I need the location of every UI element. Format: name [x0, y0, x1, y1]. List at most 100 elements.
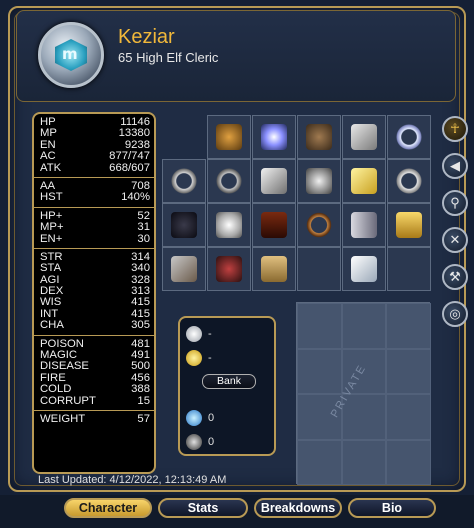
stat-value: 15 — [137, 394, 150, 407]
ring-icon — [396, 168, 422, 194]
equipment-slot[interactable] — [387, 159, 431, 203]
stat-row-en-regen: EN+ 30 — [40, 232, 150, 245]
red-cloak-icon — [261, 212, 287, 238]
stat-row-hst: HST 140% — [40, 191, 150, 203]
equipment-slot[interactable] — [342, 203, 386, 247]
blue-coin-amount: 0 — [208, 412, 215, 424]
plate-armor-icon — [306, 168, 332, 194]
equipment-slot[interactable] — [297, 159, 341, 203]
equipment-slot[interactable] — [252, 159, 296, 203]
private-slot — [386, 394, 431, 440]
equipment-slot[interactable] — [252, 203, 296, 247]
tab-bar: Character Stats Breakdowns Bio — [0, 495, 474, 528]
round-shield-icon — [216, 212, 242, 238]
stat-label: COLD — [40, 383, 72, 396]
silver-amount: - — [208, 328, 212, 340]
crystal-shard-icon — [351, 256, 377, 282]
equipment-slot[interactable] — [297, 115, 341, 159]
equipment-slot[interactable] — [252, 115, 296, 159]
tab-bio[interactable]: Bio — [348, 498, 436, 518]
equipment-slot[interactable] — [207, 115, 251, 159]
private-slot — [386, 348, 431, 394]
chain-bracelet-icon — [171, 168, 197, 194]
equipment-slot[interactable] — [387, 203, 431, 247]
silver-coin-icon — [186, 326, 202, 342]
private-slot — [297, 303, 342, 349]
book-icon — [261, 256, 287, 282]
stat-value: 31 — [137, 221, 150, 234]
amulet-chain-icon — [306, 212, 332, 238]
stat-row-atk: ATK 668/607 — [40, 161, 150, 174]
side-button-magnify-icon[interactable]: ⚲ — [442, 190, 468, 216]
equipment-slot[interactable] — [342, 115, 386, 159]
sword-hilt-icon — [351, 124, 377, 150]
stat-separator — [34, 176, 154, 178]
equipment-slot[interactable] — [297, 203, 341, 247]
silver-ring-icon — [396, 124, 422, 150]
character-level-race-class: 65 High Elf Cleric — [118, 50, 219, 65]
glowing-orb-icon — [261, 124, 287, 150]
dark-coin-amount: 0 — [208, 436, 215, 448]
blue-coin-icon — [186, 410, 202, 426]
stat-row-cold: COLD 388 — [40, 383, 150, 396]
last-updated: Last Updated: 4/12/2022, 12:13:49 AM — [38, 474, 227, 486]
currency-panel: - - Bank 0 0 — [178, 316, 276, 456]
private-inventory-grid: PRIVATE — [296, 302, 431, 485]
tab-character[interactable]: Character — [64, 498, 152, 518]
stat-separator — [34, 409, 154, 411]
equipment-slot[interactable] — [162, 159, 206, 203]
character-name: Keziar — [118, 26, 175, 48]
side-button-swords-icon[interactable]: ✕ — [442, 227, 468, 253]
stat-label: MP+ — [40, 221, 64, 234]
stat-row-ac: AC 877/747 — [40, 150, 150, 163]
side-button-character-icon[interactable]: ☥ — [442, 116, 468, 142]
stat-label: AC — [40, 150, 56, 163]
charm-icon — [216, 256, 242, 282]
golden-bar-icon — [351, 168, 377, 194]
equipment-slot[interactable] — [207, 247, 251, 291]
private-slot — [297, 348, 342, 394]
greaves-icon — [351, 212, 377, 238]
equipment-slot[interactable] — [252, 247, 296, 291]
gold-amount: - — [208, 352, 212, 364]
gauntlet-icon — [261, 168, 287, 194]
stat-label: STA — [40, 262, 62, 275]
side-button-arrow-icon[interactable]: ◀ — [442, 153, 468, 179]
equipment-slot[interactable] — [387, 115, 431, 159]
staff-icon — [171, 256, 197, 282]
class-emblem-icon: m — [55, 39, 87, 71]
stat-label: CHA — [40, 319, 64, 332]
tab-stats[interactable]: Stats — [158, 498, 248, 518]
gold-coin-icon — [186, 350, 202, 366]
shackle-icon — [216, 168, 242, 194]
equipment-slot[interactable] — [342, 159, 386, 203]
private-slot — [297, 439, 342, 485]
stat-value: 30 — [137, 232, 150, 245]
side-button-crossed-tools-icon[interactable]: ⚒ — [442, 264, 468, 290]
dark-coin-icon — [186, 434, 202, 450]
stat-row-mp-regen: MP+ 31 — [40, 221, 150, 234]
ear-hook-icon — [216, 124, 242, 150]
empty-equipment-slot[interactable] — [297, 247, 341, 291]
equipment-slot[interactable] — [207, 159, 251, 203]
stat-separator — [34, 247, 154, 249]
stat-value: 340 — [131, 262, 150, 275]
equipment-slot[interactable] — [342, 247, 386, 291]
equipment-slot[interactable] — [162, 203, 206, 247]
stat-value: 877/747 — [109, 150, 150, 163]
equipment-slot[interactable] — [207, 203, 251, 247]
tab-breakdowns[interactable]: Breakdowns — [254, 498, 342, 518]
stat-label: CORRUPT — [40, 394, 96, 407]
stats-panel: HP 11146 MP 13380 EN 9238 AC 877/747 ATK 668/607 A… — [32, 112, 156, 474]
equipment-slot[interactable] — [162, 247, 206, 291]
character-avatar: m — [38, 22, 104, 88]
private-slot — [386, 303, 431, 349]
bank-button[interactable]: Bank — [202, 374, 256, 389]
private-slot — [341, 439, 386, 485]
stat-label: ATK — [40, 161, 62, 174]
side-button-ring-icon[interactable]: ◎ — [442, 301, 468, 327]
stat-row-corrupt: CORRUPT 15 — [40, 394, 150, 407]
stat-separator — [34, 206, 154, 208]
stat-row-cha: CHA 305 — [40, 319, 150, 332]
empty-equipment-slot[interactable] — [387, 247, 431, 291]
